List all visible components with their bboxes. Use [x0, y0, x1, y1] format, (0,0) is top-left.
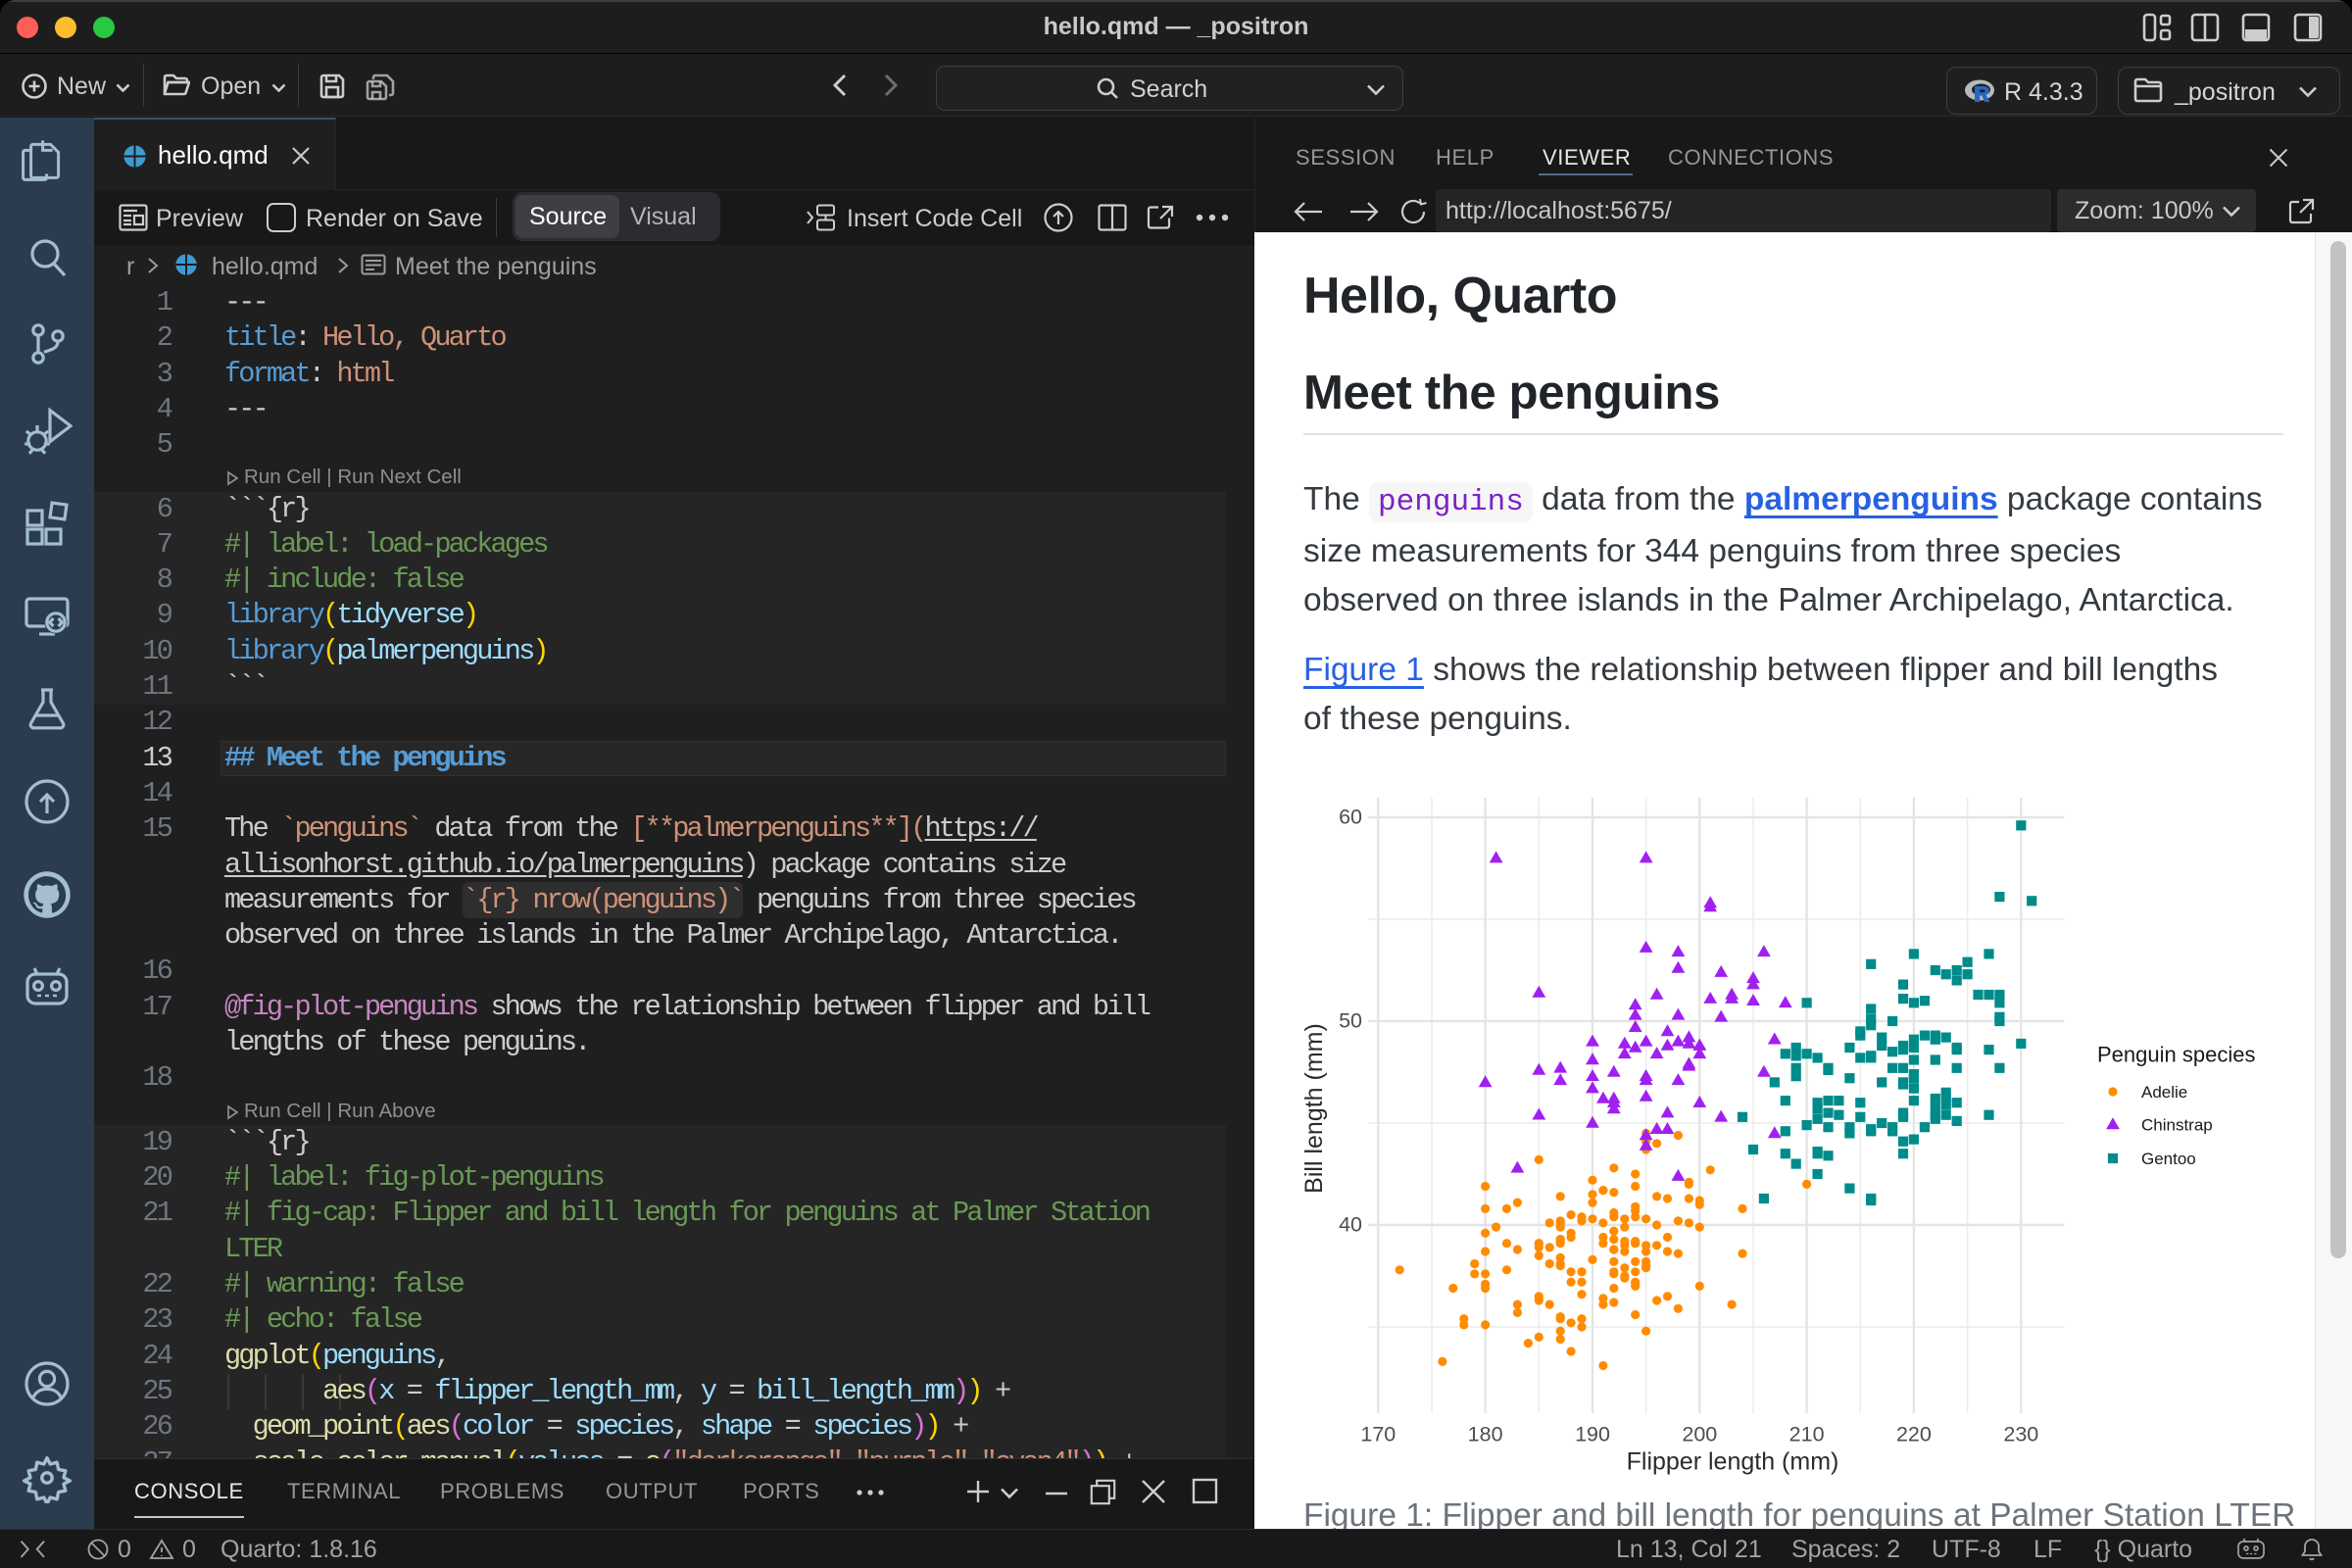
svg-text:230: 230: [2003, 1423, 2038, 1446]
svg-text:Chinstrap: Chinstrap: [2141, 1116, 2213, 1135]
svg-text:Flipper length (mm): Flipper length (mm): [1627, 1448, 1839, 1476]
svg-text:170: 170: [1360, 1423, 1396, 1446]
svg-text:50: 50: [1339, 1009, 1362, 1033]
svg-text:Bill length (mm): Bill length (mm): [1300, 1023, 1328, 1194]
svg-text:180: 180: [1468, 1423, 1503, 1446]
svg-text:40: 40: [1339, 1213, 1362, 1237]
svg-text:Gentoo: Gentoo: [2141, 1150, 2196, 1168]
svg-text:Penguin species: Penguin species: [2097, 1043, 2255, 1067]
svg-text:210: 210: [1789, 1423, 1825, 1446]
svg-text:220: 220: [1896, 1423, 1932, 1446]
svg-text:190: 190: [1575, 1423, 1610, 1446]
svg-text:Adelie: Adelie: [2141, 1083, 2187, 1102]
svg-text:200: 200: [1682, 1423, 1717, 1446]
svg-text:60: 60: [1339, 806, 1362, 829]
